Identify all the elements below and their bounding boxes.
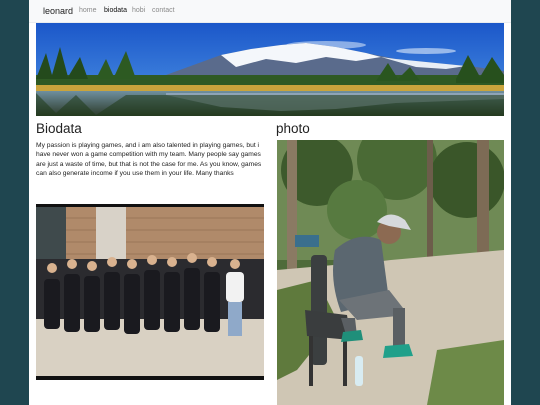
nav-link-hobi[interactable]: hobi xyxy=(132,7,145,14)
group-photo xyxy=(36,204,264,380)
biodata-paragraph: My passion is playing games, and i am al… xyxy=(36,142,262,178)
banner-image xyxy=(36,23,504,116)
brand-link[interactable]: leonard xyxy=(43,6,73,16)
nav-link-biodata[interactable]: biodata xyxy=(104,7,127,14)
nav-link-contact[interactable]: contact xyxy=(152,7,175,14)
photo-heading: photo xyxy=(276,121,310,136)
biodata-heading: Biodata xyxy=(36,121,82,136)
sitting-photo xyxy=(277,140,504,405)
navbar: leonard home biodata hobi contact xyxy=(29,0,511,23)
nav-link-home[interactable]: home xyxy=(79,7,97,14)
page-container: leonard home biodata hobi contact Biodat… xyxy=(29,0,511,405)
